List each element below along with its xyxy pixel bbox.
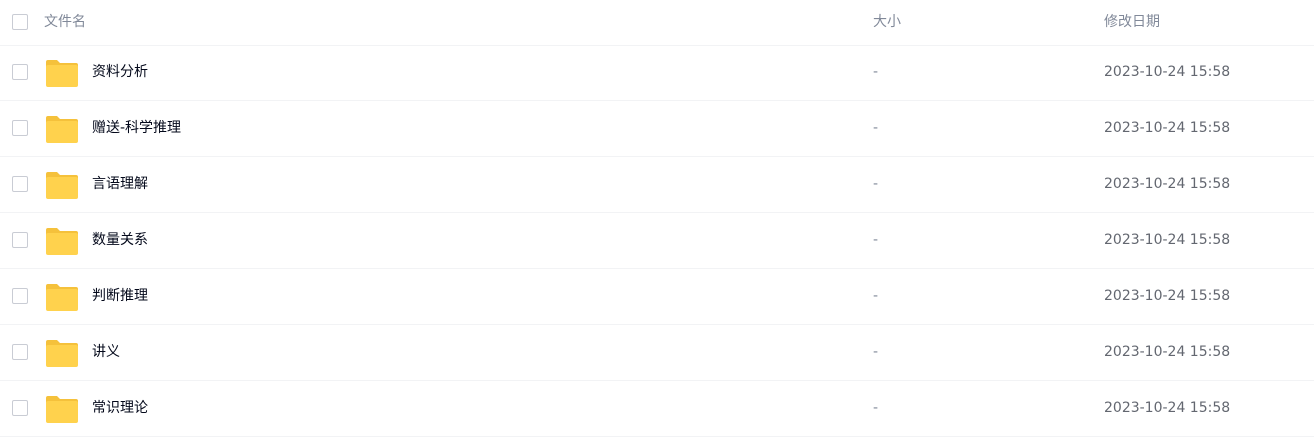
file-size: - xyxy=(873,400,879,416)
row-checkbox[interactable] xyxy=(12,232,28,248)
folder-icon xyxy=(46,228,78,255)
folder-icon xyxy=(46,340,78,367)
column-header-name[interactable]: 文件名 xyxy=(44,12,86,32)
file-row[interactable]: 资料分析 - 2023-10-24 15:58 xyxy=(0,45,1314,101)
file-size: - xyxy=(873,120,879,136)
file-size: - xyxy=(873,176,879,192)
row-checkbox[interactable] xyxy=(12,64,28,80)
file-row[interactable]: 赠送-科学推理 - 2023-10-24 15:58 xyxy=(0,101,1314,157)
folder-icon xyxy=(46,396,78,423)
file-modified-date: 2023-10-24 15:58 xyxy=(1104,176,1231,192)
file-name[interactable]: 数量关系 xyxy=(92,230,148,250)
select-all-checkbox[interactable] xyxy=(12,14,28,30)
file-row[interactable]: 常识理论 - 2023-10-24 15:58 xyxy=(0,381,1314,437)
file-row[interactable]: 判断推理 - 2023-10-24 15:58 xyxy=(0,269,1314,325)
file-modified-date: 2023-10-24 15:58 xyxy=(1104,232,1231,248)
file-row[interactable]: 言语理解 - 2023-10-24 15:58 xyxy=(0,157,1314,213)
file-modified-date: 2023-10-24 15:58 xyxy=(1104,400,1231,416)
file-row[interactable]: 讲义 - 2023-10-24 15:58 xyxy=(0,325,1314,381)
file-modified-date: 2023-10-24 15:58 xyxy=(1104,120,1231,136)
row-checkbox[interactable] xyxy=(12,344,28,360)
file-name[interactable]: 判断推理 xyxy=(92,286,148,306)
file-size: - xyxy=(873,232,879,248)
row-checkbox[interactable] xyxy=(12,288,28,304)
folder-icon xyxy=(46,60,78,87)
column-header-size[interactable]: 大小 xyxy=(873,12,901,32)
row-checkbox[interactable] xyxy=(12,120,28,136)
file-size: - xyxy=(873,288,879,304)
file-name[interactable]: 常识理论 xyxy=(92,398,148,418)
row-checkbox[interactable] xyxy=(12,400,28,416)
file-name[interactable]: 讲义 xyxy=(92,342,120,362)
file-modified-date: 2023-10-24 15:58 xyxy=(1104,344,1231,360)
column-header-date[interactable]: 修改日期 xyxy=(1104,12,1160,32)
folder-icon xyxy=(46,116,78,143)
file-row[interactable]: 数量关系 - 2023-10-24 15:58 xyxy=(0,213,1314,269)
folder-icon xyxy=(46,172,78,199)
file-modified-date: 2023-10-24 15:58 xyxy=(1104,288,1231,304)
file-size: - xyxy=(873,64,879,80)
file-name[interactable]: 言语理解 xyxy=(92,174,148,194)
file-size: - xyxy=(873,344,879,360)
row-checkbox[interactable] xyxy=(12,176,28,192)
file-list-header: 文件名 大小 修改日期 xyxy=(0,0,1314,46)
folder-icon xyxy=(46,284,78,311)
file-name[interactable]: 赠送-科学推理 xyxy=(92,118,181,138)
file-list: 文件名 大小 修改日期 资料分析 - 2023-10-24 15:58 赠送-科… xyxy=(0,0,1314,441)
file-name[interactable]: 资料分析 xyxy=(92,62,148,82)
file-modified-date: 2023-10-24 15:58 xyxy=(1104,64,1231,80)
